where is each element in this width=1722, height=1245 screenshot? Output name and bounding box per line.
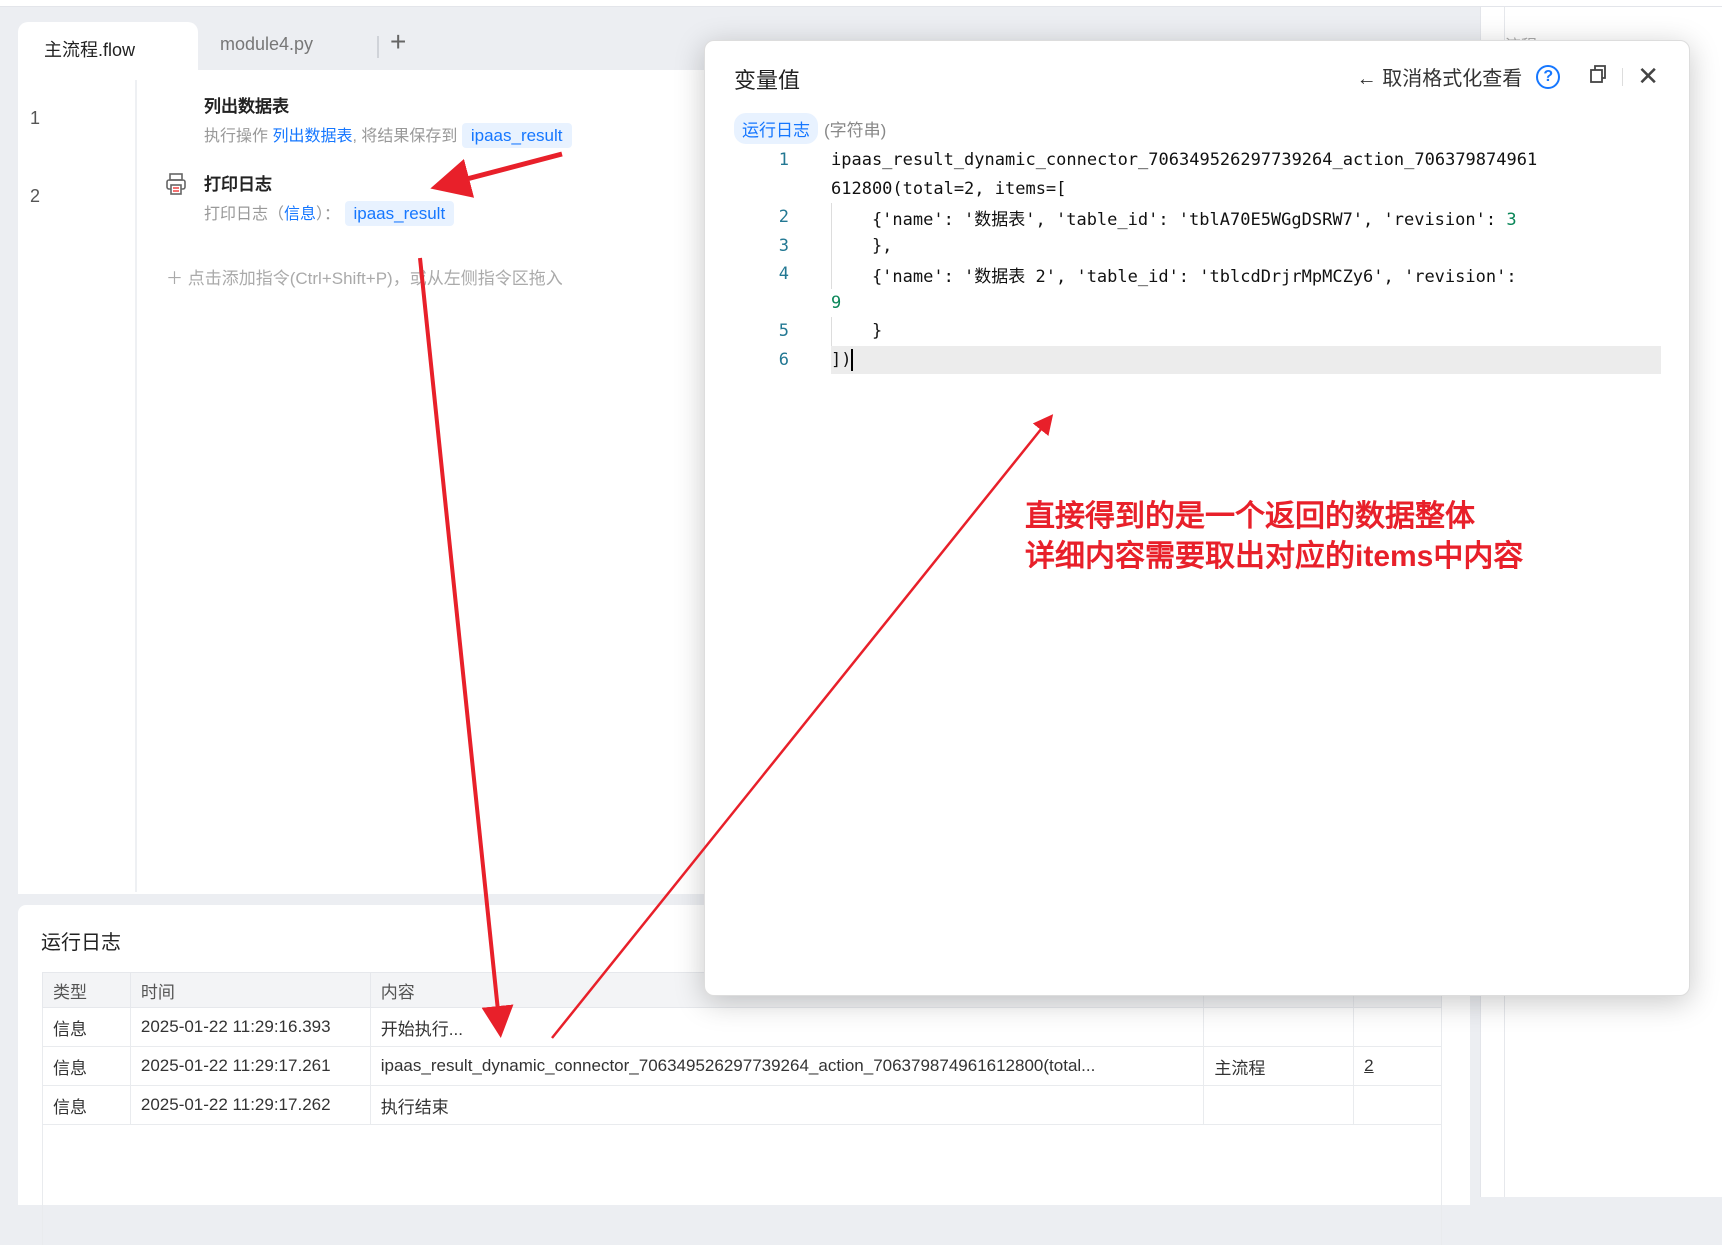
- code-segment: {'name': '数据表 2', 'table_id': 'tblcdDrjr…: [831, 266, 1517, 287]
- variable-chip[interactable]: ipaas_result: [344, 201, 455, 226]
- code-line: 1 ipaas_result_dynamic_connector_70634952…: [705, 146, 1691, 175]
- dialog-actions: ← 取消格式化查看 ? ✕: [1357, 61, 1659, 92]
- desc-text: , 将结果保存到: [352, 128, 458, 145]
- line-number: 1: [30, 108, 41, 128]
- code-text: }: [831, 321, 882, 341]
- tab-separator: [377, 36, 379, 58]
- code-line-number: 2: [778, 207, 789, 228]
- table-empty: [42, 1124, 1442, 1245]
- add-tab-icon[interactable]: +: [390, 26, 406, 58]
- code-segment: ipaas_result_dynamic_connector_706349526…: [831, 150, 1538, 171]
- cell-time: 2025-01-22 11:29:17.262: [129, 1085, 371, 1125]
- tab-label: 主流程.flow: [44, 40, 136, 60]
- top-bar: [0, 0, 1722, 7]
- annotation-line: 直接得到的是一个返回的数据整体: [1025, 500, 1475, 533]
- action-link[interactable]: 信息: [284, 206, 316, 223]
- code-text: 612800(total=2, items=[: [831, 179, 1066, 199]
- cell-type: 信息: [42, 1007, 131, 1047]
- variable-tag: 运行日志: [734, 113, 818, 144]
- unformat-button[interactable]: ← 取消格式化查看: [1357, 62, 1523, 91]
- annotation-text: 直接得到的是一个返回的数据整体 详细内容需要取出对应的items中内容: [1025, 497, 1523, 577]
- code-segment: {'name': '数据表', 'table_id': 'tblA70E5WGg…: [831, 209, 1507, 230]
- code-line: 4 {'name': '数据表 2', 'table_id': 'tblcdDr…: [705, 260, 1691, 289]
- step-desc: 打印日志（信息）： ipaas_result: [204, 200, 455, 226]
- code-line-number: 5: [778, 321, 789, 342]
- code-line-number: 3: [778, 235, 789, 256]
- variable-type: (字符串): [824, 121, 887, 140]
- code-number: 9: [831, 292, 842, 313]
- cell-time: 2025-01-22 11:29:16.393: [129, 1007, 371, 1047]
- cell-flow: [1203, 1085, 1355, 1125]
- desc-text: 打印日志（: [204, 206, 285, 223]
- code-text: {'name': '数据表 2', 'table_id': 'tblcdDrjr…: [831, 262, 1517, 287]
- gutter-divider: [135, 80, 137, 892]
- cell-content[interactable]: ipaas_result_dynamic_connector_706349526…: [369, 1046, 1205, 1086]
- code-segment: },: [831, 235, 893, 256]
- code-line: 612800(total=2, items=[: [705, 175, 1691, 204]
- variable-info: 运行日志 (字符串): [734, 113, 886, 144]
- code-text: ]): [831, 348, 854, 371]
- code-line-number: 1: [778, 150, 789, 171]
- copy-icon[interactable]: [1588, 64, 1608, 90]
- code-line: 6]): [779, 345, 1661, 374]
- tab-module4[interactable]: module4.py: [220, 34, 313, 55]
- cell-content[interactable]: 执行结束: [369, 1085, 1205, 1125]
- code-text: },: [831, 236, 892, 256]
- text-caret: [851, 348, 854, 371]
- code-text: ipaas_result_dynamic_connector_706349526…: [831, 150, 1537, 170]
- step-title[interactable]: 列出数据表: [204, 92, 289, 117]
- cell-flow: 主流程: [1203, 1046, 1355, 1086]
- line-number: 2: [30, 186, 41, 206]
- cell-line: [1353, 1085, 1442, 1125]
- col-time[interactable]: 时间: [129, 972, 371, 1008]
- table-row[interactable]: 信息 2025-01-22 11:29:16.393 开始执行...: [42, 1007, 1442, 1047]
- code-line: 5 }: [705, 317, 1691, 346]
- desc-text: ）：: [316, 206, 341, 223]
- table-row[interactable]: 信息 2025-01-22 11:29:17.261 ipaas_result_dy…: [42, 1046, 1442, 1086]
- close-icon[interactable]: ✕: [1637, 61, 1659, 92]
- code-viewer[interactable]: 1 ipaas_result_dynamic_connector_70634952…: [705, 146, 1691, 374]
- code-segment: 612800(total=2, items=[: [831, 178, 1067, 199]
- unformat-label: 取消格式化查看: [1382, 68, 1523, 90]
- code-line: 9: [705, 289, 1691, 318]
- cell-type: 信息: [42, 1085, 131, 1125]
- cell-time: 2025-01-22 11:29:17.261: [129, 1046, 371, 1086]
- tab-main-flow[interactable]: 主流程.flow: [18, 22, 198, 72]
- action-separator: [1622, 67, 1624, 86]
- help-icon[interactable]: ?: [1536, 64, 1561, 89]
- cell-content[interactable]: 开始执行...: [369, 1007, 1205, 1047]
- cell-line: [1353, 1007, 1442, 1047]
- dialog-title: 变量值: [734, 68, 801, 93]
- step-desc: 执行操作 列出数据表, 将结果保存到 ipaas_result: [204, 122, 572, 148]
- log-title: 运行日志: [41, 932, 121, 954]
- plus-icon: ＋: [166, 269, 188, 288]
- add-hint-text: 点击添加指令(Ctrl+Shift+P)，或从左侧指令区拖入: [187, 269, 563, 288]
- code-segment: ]): [831, 349, 852, 370]
- code-text: 9: [831, 293, 841, 313]
- code-line: 3 },: [705, 232, 1691, 261]
- code-line: 2 {'name': '数据表', 'table_id': 'tblA70E5W…: [705, 203, 1691, 232]
- cell-flow: [1203, 1007, 1355, 1047]
- code-line-number: 6: [778, 349, 789, 370]
- code-number: 3: [1506, 209, 1517, 230]
- desc-text: 执行操作: [204, 128, 269, 145]
- action-link[interactable]: 列出数据表: [272, 128, 352, 145]
- line-link[interactable]: 2: [1353, 1046, 1442, 1086]
- col-type[interactable]: 类型: [42, 972, 131, 1008]
- arrow-left-icon: ←: [1356, 68, 1383, 90]
- add-command-hint[interactable]: ＋ 点击添加指令(Ctrl+Shift+P)，或从左侧指令区拖入: [166, 264, 563, 289]
- step-title[interactable]: 打印日志: [204, 170, 272, 195]
- annotation-line: 详细内容需要取出对应的items中内容: [1025, 540, 1524, 573]
- table-row[interactable]: 信息 2025-01-22 11:29:17.262 执行结束: [42, 1085, 1442, 1125]
- printer-icon: [164, 172, 188, 201]
- cell-type: 信息: [42, 1046, 131, 1086]
- code-text: {'name': '数据表', 'table_id': 'tblA70E5WGg…: [831, 205, 1517, 230]
- code-line-number: 4: [778, 264, 789, 285]
- code-segment: }: [831, 321, 883, 342]
- variable-chip[interactable]: ipaas_result: [461, 123, 572, 148]
- log-table: 类型 时间 内容 信息 2025-01-22 11:29:16.393 开始执行..…: [42, 972, 1442, 1245]
